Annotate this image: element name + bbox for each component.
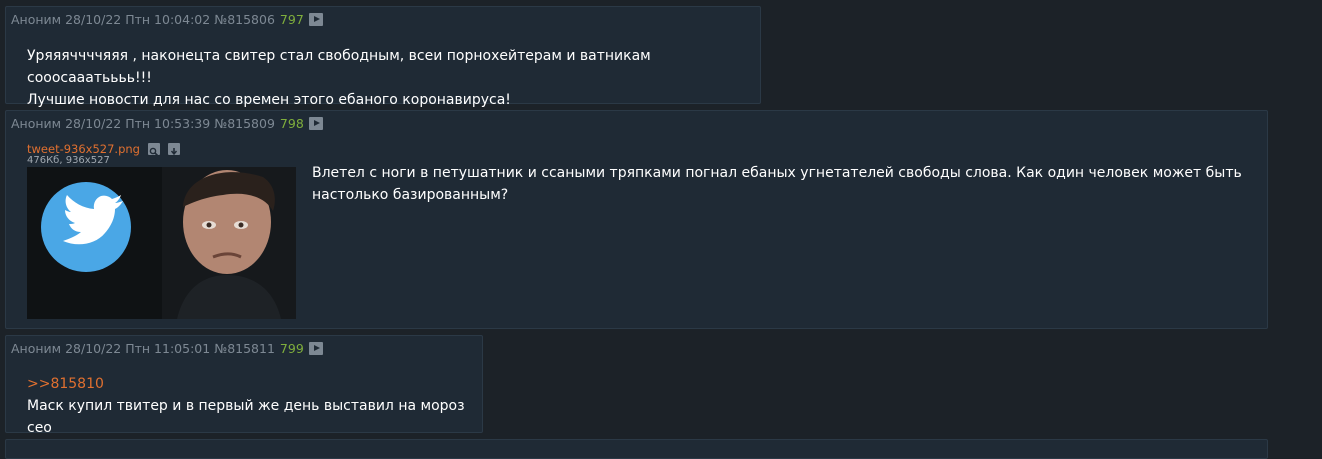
post-author: Аноним <box>11 341 62 356</box>
post <box>5 439 1268 459</box>
message-line: настолько базированным? <box>312 187 509 203</box>
message-line: Маск купил твитер и в первый же день выс… <box>27 398 465 436</box>
post-date: 28/10/22 Птн 10:04:02 <box>65 12 211 27</box>
post-date: 28/10/22 Птн 11:05:01 <box>65 341 211 356</box>
file-meta: 476Кб, 936x527 <box>27 155 110 166</box>
play-icon[interactable] <box>308 342 323 355</box>
post: Аноним 28/10/22 Птн 11:05:01 №815811 799… <box>5 335 483 436</box>
post-counter: 799 <box>279 341 304 356</box>
reply-link[interactable]: >>815810 <box>27 373 482 395</box>
message-line: Уряяяччччяяя , наконецта свитер стал сво… <box>27 48 651 86</box>
file-name-link[interactable]: tweet-936x527.png <box>27 142 140 156</box>
post-number[interactable]: №815809 <box>214 116 275 131</box>
post-author: Аноним <box>11 116 62 131</box>
post-image-thumbnail[interactable] <box>27 167 296 319</box>
post-counter: 798 <box>279 116 304 131</box>
post-message: >>815810 Маск купил твитер и в первый же… <box>27 373 482 439</box>
post-date: 28/10/22 Птн 10:53:39 <box>65 116 211 131</box>
post-header: Аноним 28/10/22 Птн 10:04:02 №815806 797 <box>11 12 323 27</box>
play-icon[interactable] <box>308 117 323 130</box>
message-line: Лучшие новости для нас со времен этого е… <box>27 92 511 108</box>
post-message: Влетел с ноги в петушатник и ссаными тря… <box>312 162 1242 206</box>
post-number[interactable]: №815811 <box>214 341 275 356</box>
post-message: Уряяяччччяяя , наконецта свитер стал сво… <box>27 45 760 111</box>
post-header: Аноним 28/10/22 Птн 11:05:01 №815811 799 <box>11 341 323 356</box>
download-icon[interactable] <box>168 142 181 157</box>
post-author: Аноним <box>11 12 62 27</box>
post: Аноним 28/10/22 Птн 10:04:02 №815806 797… <box>5 6 761 108</box>
play-icon[interactable] <box>308 13 323 26</box>
post-number[interactable]: №815806 <box>214 12 275 27</box>
message-line: Влетел с ноги в петушатник и ссаными тря… <box>312 165 1242 181</box>
post-header: Аноним 28/10/22 Птн 10:53:39 №815809 798 <box>11 116 323 131</box>
post-counter: 797 <box>279 12 304 27</box>
post: Аноним 28/10/22 Птн 10:53:39 №815809 798… <box>5 110 1268 329</box>
search-icon[interactable] <box>148 142 161 157</box>
